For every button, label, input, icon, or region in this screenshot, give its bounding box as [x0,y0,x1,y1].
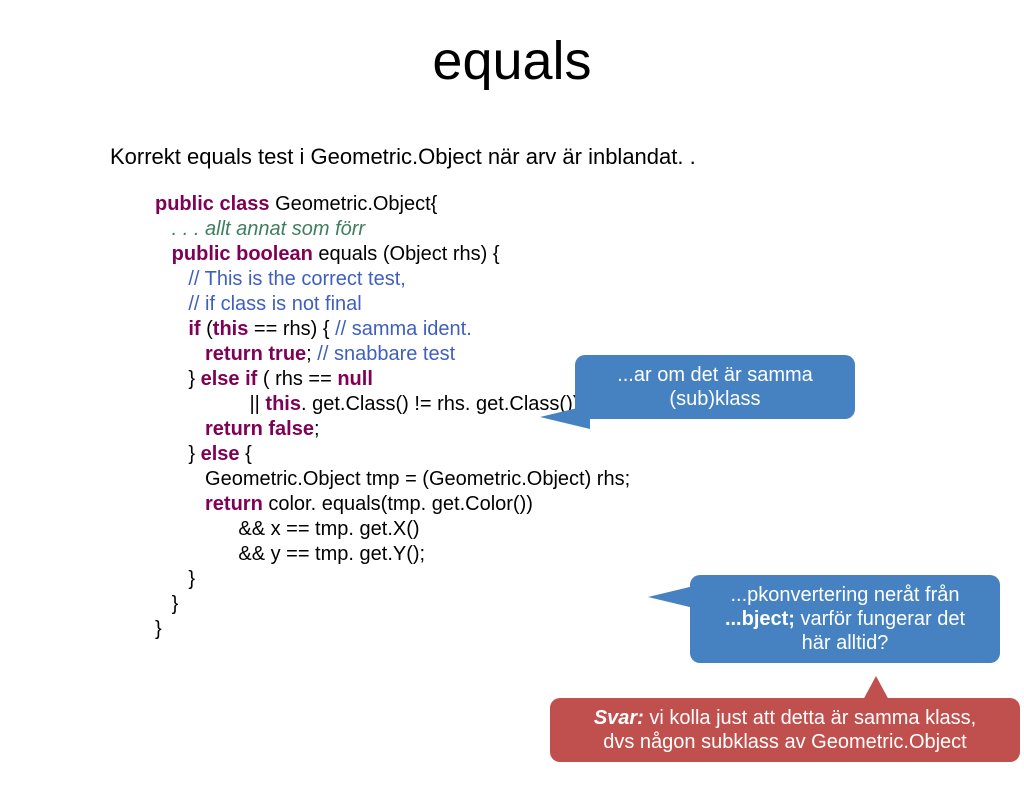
kw: null [337,368,373,390]
t: && x == tmp. get.X() [155,518,420,540]
comment: // snabbare test [317,343,455,365]
kw: this [213,318,249,340]
kw: return [205,418,263,440]
t: { [240,443,252,465]
kw: else [201,443,240,465]
kw: else [201,368,240,390]
callout-line: ...ar om det är samma [617,364,813,386]
t: } [155,568,195,590]
kw: this [265,393,301,415]
t: } [155,593,178,615]
kw: public [172,243,231,265]
t: } [155,618,162,640]
t: } [155,368,201,390]
callout-answer: Svar: vi kolla just att detta är samma k… [550,698,1020,762]
kw: public [155,193,214,215]
callout-line: vi kolla just att detta är samma klass, [644,707,976,729]
comment: . . . allt annat som förr [155,218,365,240]
t: equals (Object rhs) { [313,243,500,265]
t: ( [201,318,213,340]
kw: boolean [236,243,313,265]
t: ; [314,418,320,440]
kw: return [205,493,263,515]
t: } [155,443,201,465]
t: || [155,393,265,415]
t [155,243,172,265]
callout-downcast: ...pkonvertering neråt från ...bject; va… [690,575,1000,663]
t [155,318,188,340]
kw: class [219,193,269,215]
kw: if [188,318,200,340]
callout-same-class: ...ar om det är samma (sub)klass [575,355,855,419]
callout-line: ...pkonvertering neråt från [730,584,959,606]
callout-line: varför fungerar det [795,608,965,630]
page-title: equals [0,30,1024,92]
t: Geometric.Object tmp = (Geometric.Object… [155,468,630,490]
t: Geometric.Object{ [270,193,438,215]
kw: true [268,343,306,365]
t [155,493,205,515]
kw: if [245,368,257,390]
callout-line: ...bject; [725,608,795,630]
callout-line: här alltid? [802,632,889,654]
comment: // samma ident. [335,318,472,340]
comment: // if class is not final [155,293,362,315]
t: color. equals(tmp. get.Color()) [263,493,533,515]
callout-line: dvs någon subklass av Geometric.Object [603,731,967,753]
t: ( rhs == [257,368,337,390]
comment: // This is the correct test, [155,268,406,290]
t: == rhs) { [248,318,335,340]
t [155,418,205,440]
callout-line: (sub)klass [669,388,760,410]
t [155,343,205,365]
subtitle: Korrekt equals test i Geometric.Object n… [110,144,1024,170]
t: ; [306,343,317,365]
kw: return [205,343,263,365]
kw: false [268,418,314,440]
callout-line: Svar: [594,707,644,729]
t: && y == tmp. get.Y(); [155,543,425,565]
